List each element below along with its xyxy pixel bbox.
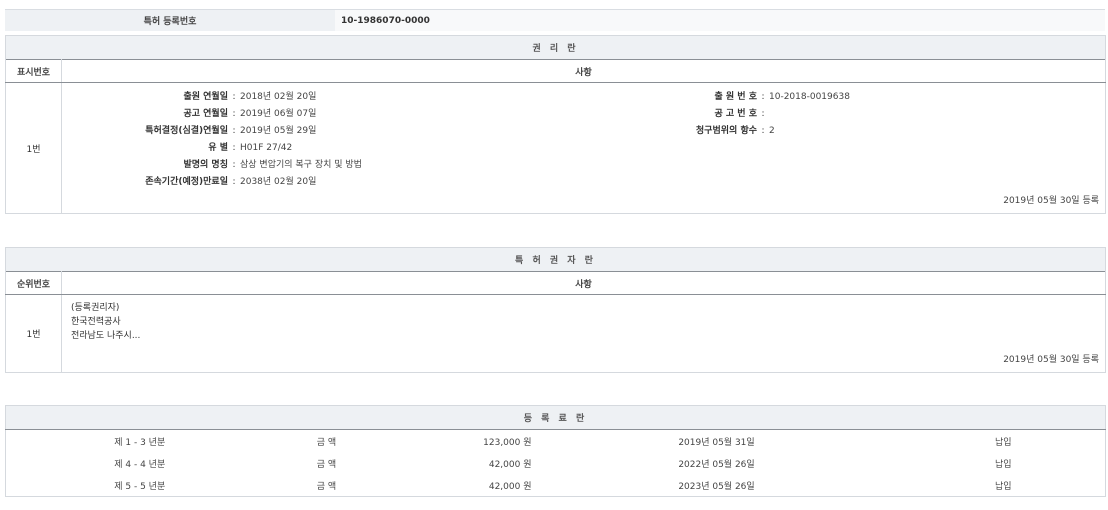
holders-col-detail: 사항: [62, 272, 1106, 295]
fee-amount-label: 금 액: [274, 474, 380, 497]
fee-period: 제 5 - 5 년분: [6, 474, 274, 497]
fee-amount-label: 금 액: [274, 452, 380, 474]
rights-right-fields: 출 원 번 호:10-2018-0019638공 고 번 호:청구범위의 항수:…: [482, 89, 962, 140]
fee-amount: 42,000 원: [380, 474, 532, 497]
rights-registration-date: 2019년 05월 30일 등록: [1003, 193, 1099, 206]
field-label: 출원 연월일: [62, 89, 228, 106]
registration-number-label: 특허 등록번호: [5, 10, 335, 32]
fees-section: 등 록 료 란 제 1 - 3 년분 금 액 123,000 원 2019년 0…: [5, 405, 1106, 497]
fee-status: 납입: [902, 430, 1106, 453]
field-value: H01F 27/42: [240, 143, 292, 153]
holders-section-title: 특 허 권 자 란: [6, 248, 1106, 272]
holders-row-num: 1번: [6, 295, 62, 373]
rights-section-title: 권 리 란: [6, 36, 1106, 60]
field-row: 공 고 번 호:: [482, 106, 962, 123]
registration-number-table: 특허 등록번호 10-1986070-0000: [5, 9, 1105, 31]
field-row: 존속기간(예정)만료일:2038년 02월 20일: [62, 174, 402, 191]
registration-number-value: 10-1986070-0000: [335, 10, 1105, 32]
field-row: 공고 연월일:2019년 06월 07일: [62, 106, 402, 123]
field-row: 발명의 명칭:삼상 변압기의 복구 장치 및 방법: [62, 157, 402, 174]
field-row: 특허결정(심결)연월일:2019년 05월 29일: [62, 123, 402, 140]
field-value: 2018년 02월 20일: [240, 92, 316, 102]
fee-amount-label: 금 액: [274, 430, 380, 453]
rights-col-num: 표시번호: [6, 60, 62, 83]
field-row: 출원 연월일:2018년 02월 20일: [62, 89, 402, 106]
fee-period: 제 1 - 3 년분: [6, 430, 274, 453]
field-value: 삼상 변압기의 복구 장치 및 방법: [240, 160, 362, 170]
field-colon: :: [228, 140, 240, 157]
fee-date: 2022년 05월 26일: [532, 452, 902, 474]
field-colon: :: [757, 106, 769, 123]
field-label: 공고 연월일: [62, 106, 228, 123]
field-label: 존속기간(예정)만료일: [62, 174, 228, 191]
fee-amount: 123,000 원: [380, 430, 532, 453]
holders-section: 특 허 권 자 란 순위번호 사항 1번 (등록권리자) 한국전력공사 전라남도…: [5, 247, 1106, 373]
rights-section: 권 리 란 표시번호 사항 1번 출원 연월일:2018년 02월 20일공고 …: [5, 35, 1106, 214]
rights-details: 출원 연월일:2018년 02월 20일공고 연월일:2019년 06월 07일…: [62, 83, 1105, 213]
field-label: 유 별: [62, 140, 228, 157]
holder-line-address: 전라남도 나주시...: [71, 329, 140, 343]
holder-line-type: (등록권리자): [71, 301, 140, 315]
fees-section-title: 등 록 료 란: [6, 406, 1106, 430]
rights-left-fields: 출원 연월일:2018년 02월 20일공고 연월일:2019년 06월 07일…: [62, 89, 402, 191]
fee-date: 2023년 05월 26일: [532, 474, 902, 497]
fee-status: 납입: [902, 452, 1106, 474]
field-value: 2: [769, 126, 775, 136]
holders-col-num: 순위번호: [6, 272, 62, 295]
field-row: 출 원 번 호:10-2018-0019638: [482, 89, 962, 106]
field-colon: :: [228, 106, 240, 123]
field-label: 청구범위의 항수: [482, 123, 757, 140]
field-row: 유 별:H01F 27/42: [62, 140, 402, 157]
rights-col-detail: 사항: [62, 60, 1106, 83]
field-label: 공 고 번 호: [482, 106, 757, 123]
fee-status: 납입: [902, 474, 1106, 497]
field-colon: :: [757, 123, 769, 140]
holder-details: (등록권리자) 한국전력공사 전라남도 나주시... 2019년 05월 30일…: [62, 295, 1105, 372]
field-label: 발명의 명칭: [62, 157, 228, 174]
field-colon: :: [228, 157, 240, 174]
rights-row-num: 1번: [6, 83, 62, 214]
field-label: 특허결정(심결)연월일: [62, 123, 228, 140]
fee-period: 제 4 - 4 년분: [6, 452, 274, 474]
fee-row: 제 1 - 3 년분 금 액 123,000 원 2019년 05월 31일 납…: [6, 430, 1106, 453]
field-value: 2019년 06월 07일: [240, 109, 316, 119]
fee-row: 제 4 - 4 년분 금 액 42,000 원 2022년 05월 26일 납입: [6, 452, 1106, 474]
field-value: 2038년 02월 20일: [240, 177, 316, 187]
field-colon: :: [228, 89, 240, 106]
field-colon: :: [757, 89, 769, 106]
fee-amount: 42,000 원: [380, 452, 532, 474]
field-label: 출 원 번 호: [482, 89, 757, 106]
field-value: 2019년 05월 29일: [240, 126, 316, 136]
field-colon: :: [228, 123, 240, 140]
fee-row: 제 5 - 5 년분 금 액 42,000 원 2023년 05월 26일 납입: [6, 474, 1106, 497]
holder-line-name: 한국전력공사: [71, 315, 140, 329]
field-value: 10-2018-0019638: [769, 92, 850, 102]
field-row: 청구범위의 항수:2: [482, 123, 962, 140]
holders-registration-date: 2019년 05월 30일 등록: [1003, 352, 1099, 365]
fee-date: 2019년 05월 31일: [532, 430, 902, 453]
field-colon: :: [228, 174, 240, 191]
